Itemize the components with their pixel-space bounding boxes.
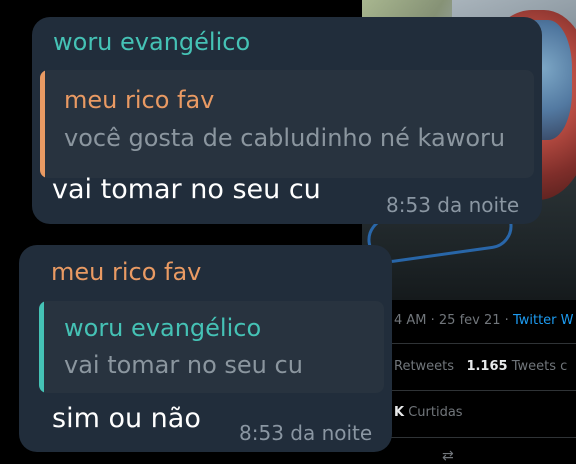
quote-tweets-label[interactable]: Tweets c [512, 359, 568, 374]
tweet-stats: Retweets 1.165 Tweets c [394, 359, 567, 374]
reply-quote[interactable]: meu rico fav você gosta de cabludinho né… [40, 70, 534, 178]
retweets-label[interactable]: Retweets [394, 359, 454, 374]
message-text: sim ou não [52, 403, 201, 434]
quote-accent-bar [39, 301, 44, 393]
quote-author: meu rico fav [64, 86, 215, 114]
quote-tweets-count: 1.165 [466, 359, 508, 374]
message-bubble[interactable]: meu rico fav woru evangélico vai tomar n… [19, 245, 392, 452]
message-time: 8:53 da noite [386, 193, 520, 217]
sender-name[interactable]: woru evangélico [53, 28, 250, 56]
tweet-likes[interactable]: K Curtidas [394, 405, 463, 420]
quote-text: você gosta de cabludinho né kaworu [64, 124, 506, 152]
divider [384, 437, 576, 438]
message-bubble[interactable]: woru evangélico meu rico fav você gosta … [32, 17, 542, 224]
tweet-timestamp: 4 AM · 25 fev 21 · Twitter W [394, 313, 574, 328]
sender-name[interactable]: meu rico fav [51, 258, 201, 286]
quote-author: woru evangélico [64, 314, 262, 342]
quote-accent-bar [40, 70, 45, 178]
reply-quote[interactable]: woru evangélico vai tomar no seu cu [39, 301, 384, 393]
message-time: 8:53 da noite [239, 421, 373, 445]
likes-label: Curtidas [408, 405, 463, 420]
retweet-icon[interactable]: ⇄ [442, 448, 454, 464]
tweet-source-link[interactable]: Twitter W [513, 313, 574, 328]
divider [384, 390, 576, 391]
message-text: vai tomar no seu cu [52, 174, 321, 205]
quote-text: vai tomar no seu cu [64, 351, 303, 379]
likes-count: K [394, 405, 405, 420]
divider [384, 343, 576, 344]
